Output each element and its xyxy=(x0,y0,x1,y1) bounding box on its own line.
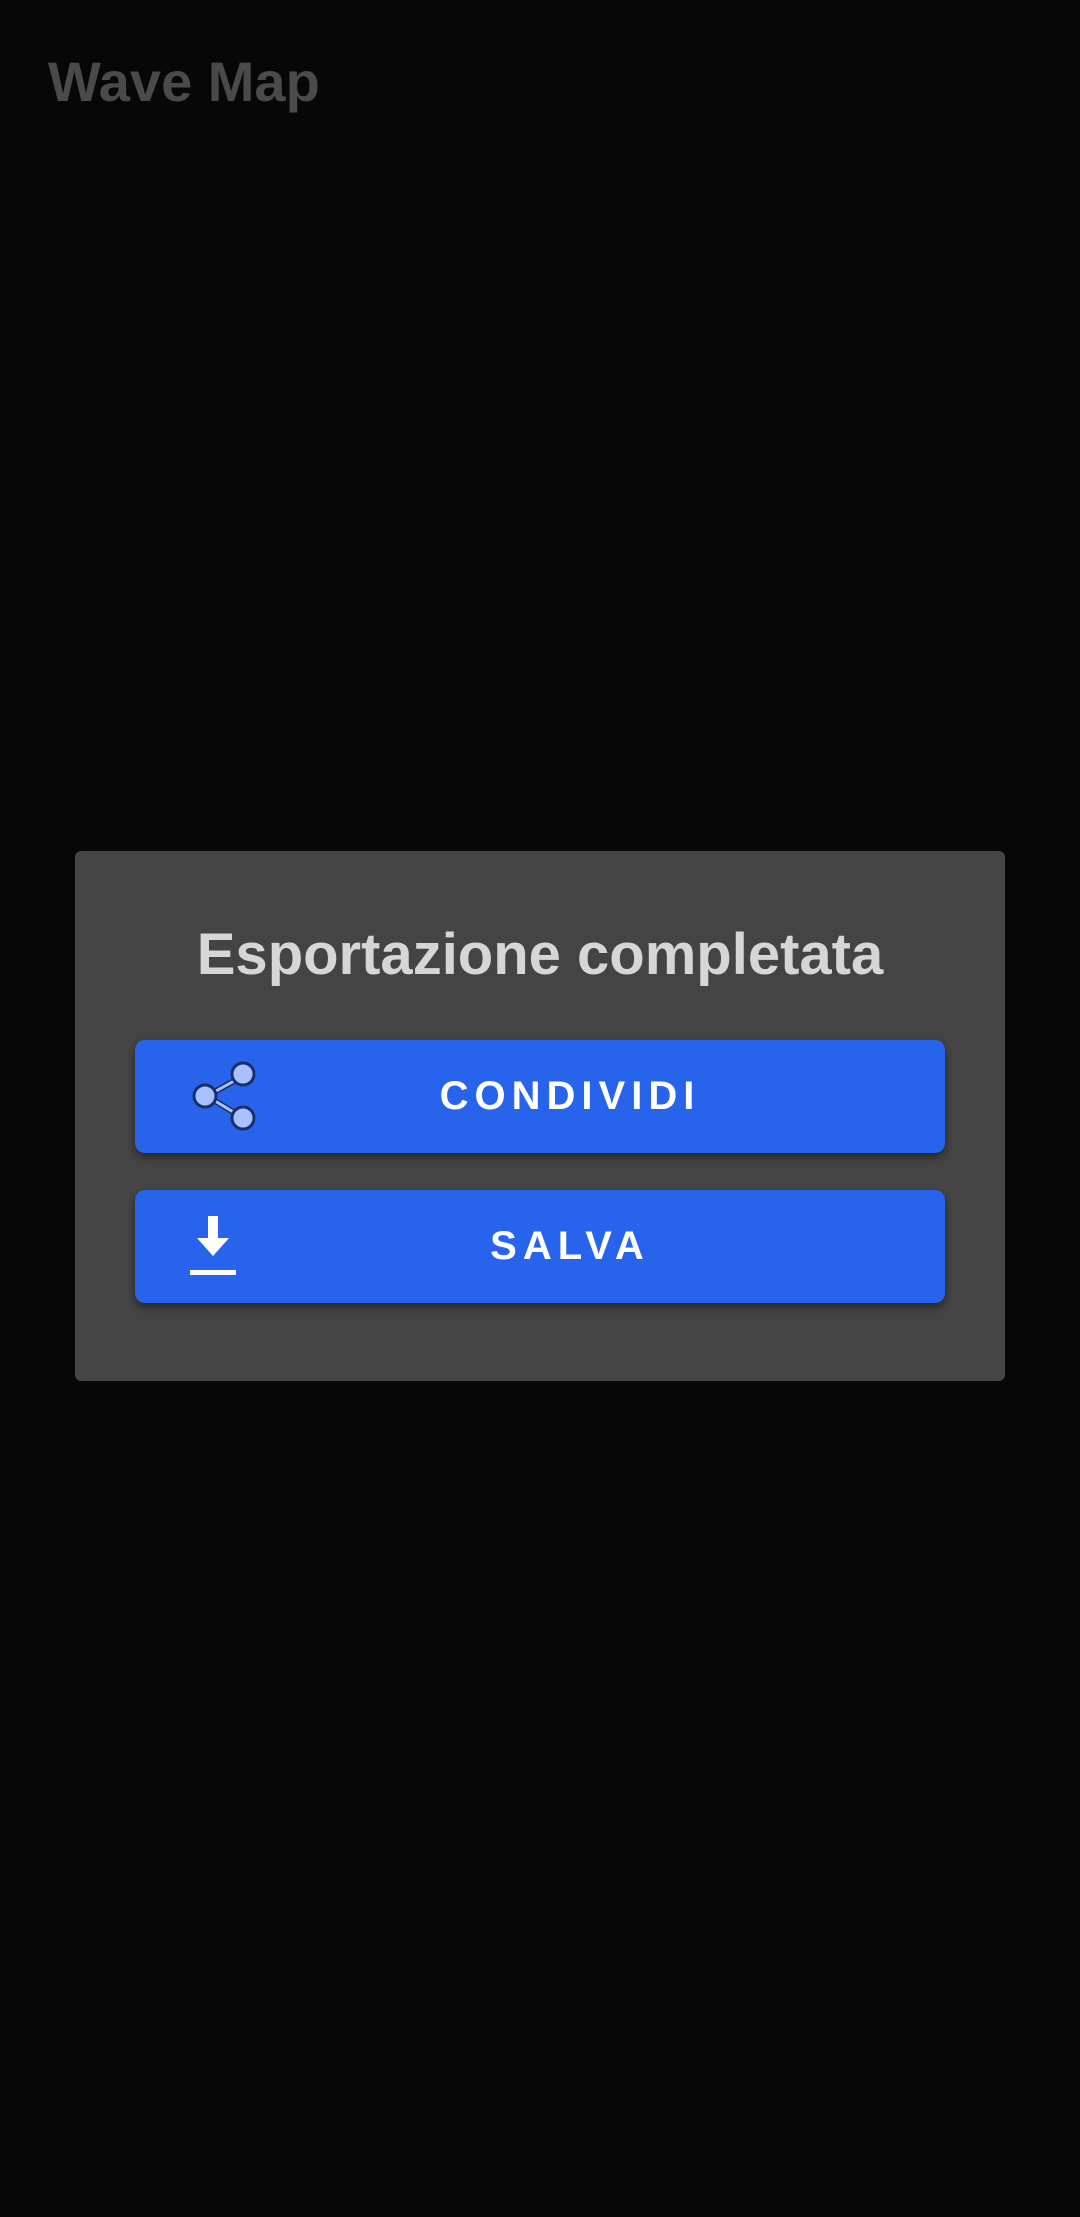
app-title: Wave Map xyxy=(48,50,320,113)
screen: Wave Map Esportazione completata CONDIVI… xyxy=(0,0,1080,2217)
export-complete-dialog: Esportazione completata CONDIVIDI SALVA xyxy=(75,851,1005,1381)
save-button-label: SALVA xyxy=(490,1224,650,1268)
share-button-label: CONDIVIDI xyxy=(439,1074,701,1118)
save-button[interactable]: SALVA xyxy=(135,1190,945,1303)
share-button[interactable]: CONDIVIDI xyxy=(135,1040,945,1153)
dialog-title: Esportazione completata xyxy=(196,922,884,987)
